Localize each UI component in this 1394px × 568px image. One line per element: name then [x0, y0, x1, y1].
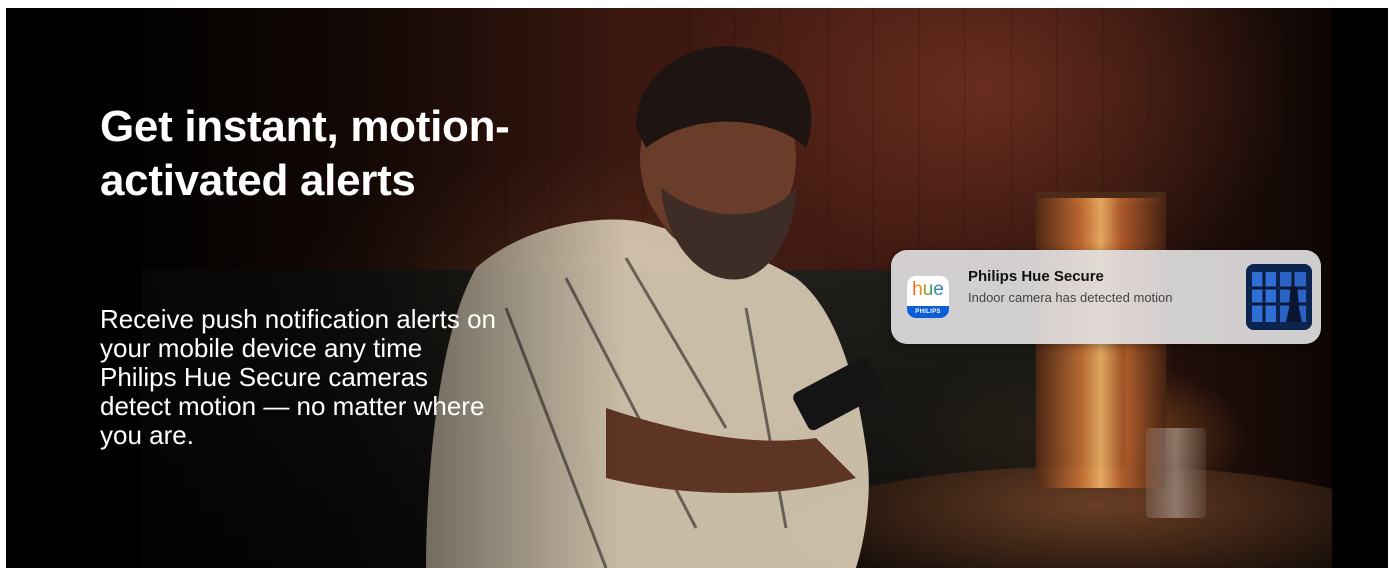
hue-app-icon: hue PHILIPS	[907, 276, 949, 318]
hero-banner: Get instant, motion-activated alerts Rec…	[6, 8, 1388, 568]
notification-message: Indoor camera has detected motion	[968, 290, 1173, 305]
camera-snapshot-icon	[1246, 264, 1312, 330]
hero-body-copy: Receive push notification alerts on your…	[100, 304, 497, 450]
right-letterbox	[1332, 8, 1388, 568]
hero-headline: Get instant, motion-activated alerts	[100, 102, 510, 205]
push-notification-card: hue PHILIPS Philips Hue Secure Indoor ca…	[891, 250, 1321, 344]
philips-brand-band: PHILIPS	[907, 306, 949, 318]
notification-title: Philips Hue Secure	[968, 268, 1104, 285]
text-overlay-gradient	[6, 8, 626, 568]
hue-wordmark: hue	[907, 280, 949, 300]
